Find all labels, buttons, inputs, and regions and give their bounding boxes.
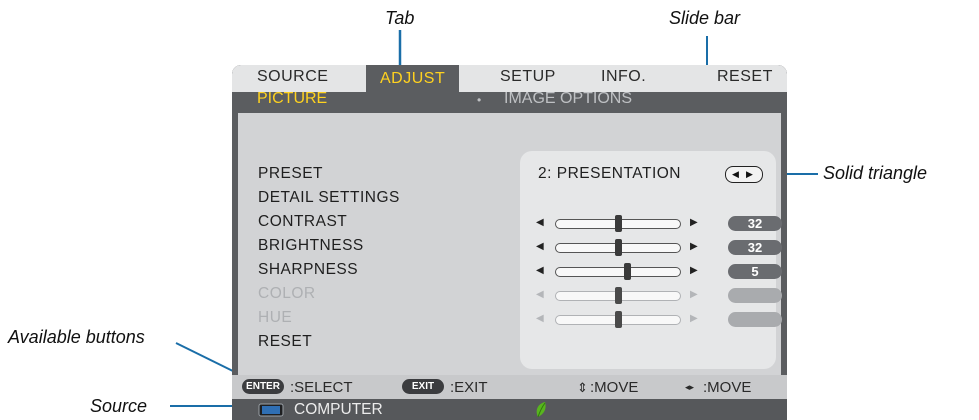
- slider-thumb[interactable]: [615, 239, 622, 256]
- slider-left-arrow-icon[interactable]: ◀: [536, 265, 544, 276]
- slider-right-arrow-icon: ▶: [690, 313, 698, 324]
- color-value: [728, 288, 782, 303]
- slider-thumb[interactable]: [615, 215, 622, 232]
- slider-right-arrow-icon: ▶: [690, 289, 698, 300]
- exit-hint: :EXIT: [450, 379, 488, 396]
- slider-right-arrow-icon[interactable]: ▶: [690, 217, 698, 228]
- tab-callout: Tab: [385, 8, 415, 28]
- menu-item-color: COLOR: [258, 285, 316, 302]
- right-triangle-icon: ▶: [746, 169, 753, 179]
- move-horizontal-hint: :MOVE: [703, 379, 752, 396]
- subtab-bullet: •: [477, 93, 482, 107]
- left-right-icon: ◂▸: [685, 382, 695, 392]
- select-hint: :SELECT: [290, 379, 353, 396]
- menu-item-preset[interactable]: PRESET: [258, 165, 323, 183]
- sharpness-value: 5: [728, 264, 782, 279]
- tab-bar: SOURCE ADJUST SETUP INFO. RESET: [232, 65, 787, 92]
- available-buttons-bar: ENTER :SELECT EXIT :EXIT ⇕ :MOVE ◂▸ :MOV…: [232, 375, 787, 399]
- menu-item-sharpness[interactable]: SHARPNESS: [258, 261, 358, 279]
- contrast-slider[interactable]: ◀ ▶: [532, 214, 698, 234]
- slider-thumb[interactable]: [624, 263, 631, 280]
- menu-item-detail-settings[interactable]: DETAIL SETTINGS: [258, 189, 400, 207]
- solid-triangle-callout: Solid triangle: [823, 163, 928, 183]
- slider-left-arrow-icon[interactable]: ◀: [536, 241, 544, 252]
- computer-icon: [258, 403, 284, 417]
- slider-right-arrow-icon[interactable]: ▶: [690, 241, 698, 252]
- slider-track: [555, 311, 681, 328]
- slider-track: [555, 239, 681, 256]
- onscreen-menu: SOURCE ADJUST SETUP INFO. RESET PICTURE …: [232, 65, 787, 420]
- slider-track: [555, 287, 681, 304]
- sharpness-slider[interactable]: ◀ ▶: [532, 262, 698, 282]
- up-down-icon: ⇕: [577, 380, 588, 395]
- hue-value: [728, 312, 782, 327]
- slider-right-arrow-icon[interactable]: ▶: [690, 265, 698, 276]
- slider-left-arrow-icon: ◀: [536, 289, 544, 300]
- enter-key-icon: ENTER: [242, 379, 284, 394]
- tab-adjust[interactable]: ADJUST: [366, 65, 460, 92]
- contrast-value: 32: [728, 216, 782, 231]
- slider-track: [555, 215, 681, 232]
- slider-track: [555, 263, 681, 280]
- subtab-picture[interactable]: PICTURE: [257, 90, 327, 108]
- color-slider: ◀ ▶: [532, 286, 698, 306]
- leaf-icon: [536, 402, 546, 418]
- menu-item-hue: HUE: [258, 309, 293, 326]
- preset-value: 2: PRESENTATION: [538, 165, 682, 182]
- brightness-value: 32: [728, 240, 782, 255]
- left-triangle-icon: ◀: [732, 169, 739, 179]
- exit-key-icon: EXIT: [402, 379, 444, 394]
- menu-item-brightness[interactable]: BRIGHTNESS: [258, 237, 364, 255]
- brightness-slider[interactable]: ◀ ▶: [532, 238, 698, 258]
- slider-thumb: [615, 311, 622, 328]
- tab-source[interactable]: SOURCE: [257, 68, 328, 86]
- menu-item-reset[interactable]: RESET: [258, 333, 312, 351]
- subtab-image-options[interactable]: IMAGE OPTIONS: [504, 90, 632, 108]
- slide-bar-callout: Slide bar: [669, 8, 741, 28]
- tab-reset[interactable]: RESET: [717, 68, 773, 86]
- solid-triangle-selector[interactable]: ◀ ▶: [725, 166, 763, 183]
- slider-left-arrow-icon: ◀: [536, 313, 544, 324]
- slider-left-arrow-icon[interactable]: ◀: [536, 217, 544, 228]
- values-panel: [520, 151, 776, 369]
- tab-info[interactable]: INFO.: [601, 68, 646, 86]
- source-callout: Source: [90, 396, 148, 416]
- menu-item-contrast[interactable]: CONTRAST: [258, 213, 347, 231]
- slider-thumb: [615, 287, 622, 304]
- hue-slider: ◀ ▶: [532, 310, 698, 330]
- move-vertical-hint: :MOVE: [590, 379, 639, 396]
- source-label: COMPUTER: [294, 401, 383, 418]
- tab-setup[interactable]: SETUP: [500, 68, 556, 86]
- source-bar: COMPUTER: [232, 399, 787, 420]
- available-buttons-callout: Available buttons: [8, 327, 145, 347]
